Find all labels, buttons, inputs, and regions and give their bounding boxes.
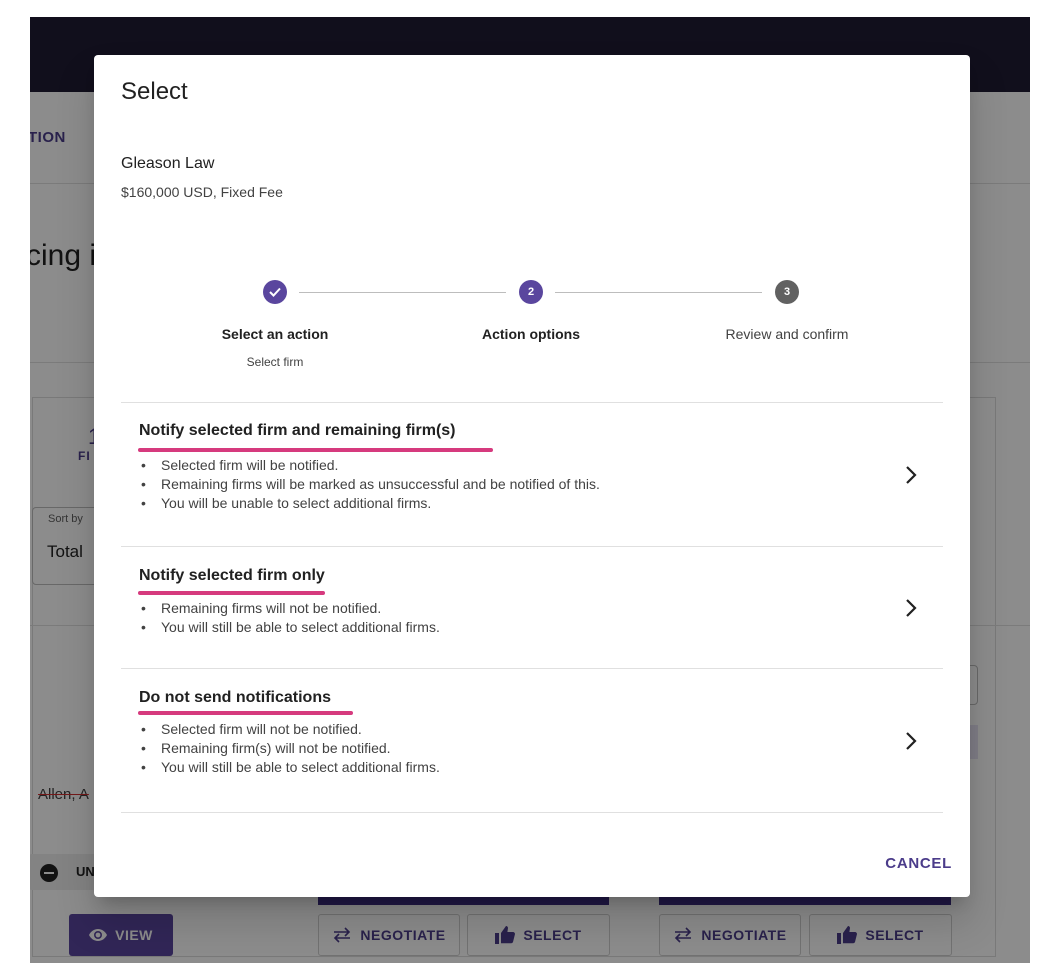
list-item: Remaining firms will be marked as unsucc… <box>139 475 600 494</box>
option-title: Notify selected firm only <box>139 567 325 584</box>
list-item: Selected firm will be notified. <box>139 456 600 475</box>
list-item: You will still be able to select additio… <box>139 758 440 777</box>
list-item: Remaining firm(s) will not be notified. <box>139 739 440 758</box>
chevron-right-icon <box>906 466 917 484</box>
option-notify-all[interactable]: Notify selected firm and remaining firm(… <box>121 402 943 546</box>
cancel-button[interactable]: CANCEL <box>885 855 952 872</box>
list-item: Selected firm will not be notified. <box>139 720 440 739</box>
highlight-underline <box>138 448 493 452</box>
dialog-title: Select <box>121 78 188 105</box>
step-1-sublabel: Select firm <box>246 355 304 369</box>
option-bullets: Remaining firms will not be notified. Yo… <box>139 599 440 637</box>
list-item: Remaining firms will not be notified. <box>139 599 440 618</box>
firm-name: Gleason Law <box>121 155 215 172</box>
step-1-complete <box>263 280 287 304</box>
option-bullets: Selected firm will be notified. Remainin… <box>139 456 600 513</box>
step-3-pending: 3 <box>775 280 799 304</box>
select-dialog: Select Gleason Law $160,000 USD, Fixed F… <box>94 55 970 897</box>
step-connector <box>555 292 762 293</box>
option-bullets: Selected firm will not be notified. Rema… <box>139 720 440 777</box>
firm-fee: $160,000 USD, Fixed Fee <box>121 184 283 200</box>
highlight-underline <box>138 711 353 715</box>
check-icon <box>269 287 281 297</box>
step-1-label: Select an action <box>221 326 329 342</box>
option-title: Do not send notifications <box>139 689 331 706</box>
option-no-notifications[interactable]: Do not send notifications Selected firm … <box>121 668 943 812</box>
divider <box>121 812 943 813</box>
step-connector <box>299 292 506 293</box>
step-3-label: Review and confirm <box>725 326 849 342</box>
chevron-right-icon <box>906 599 917 617</box>
list-item: You will still be able to select additio… <box>139 618 440 637</box>
highlight-underline <box>138 591 325 595</box>
step-2-label: Action options <box>482 326 580 342</box>
step-2-active: 2 <box>519 280 543 304</box>
option-notify-selected-only[interactable]: Notify selected firm only Remaining firm… <box>121 546 943 668</box>
list-item: You will be unable to select additional … <box>139 494 600 513</box>
option-title: Notify selected firm and remaining firm(… <box>139 422 456 439</box>
chevron-right-icon <box>906 732 917 750</box>
